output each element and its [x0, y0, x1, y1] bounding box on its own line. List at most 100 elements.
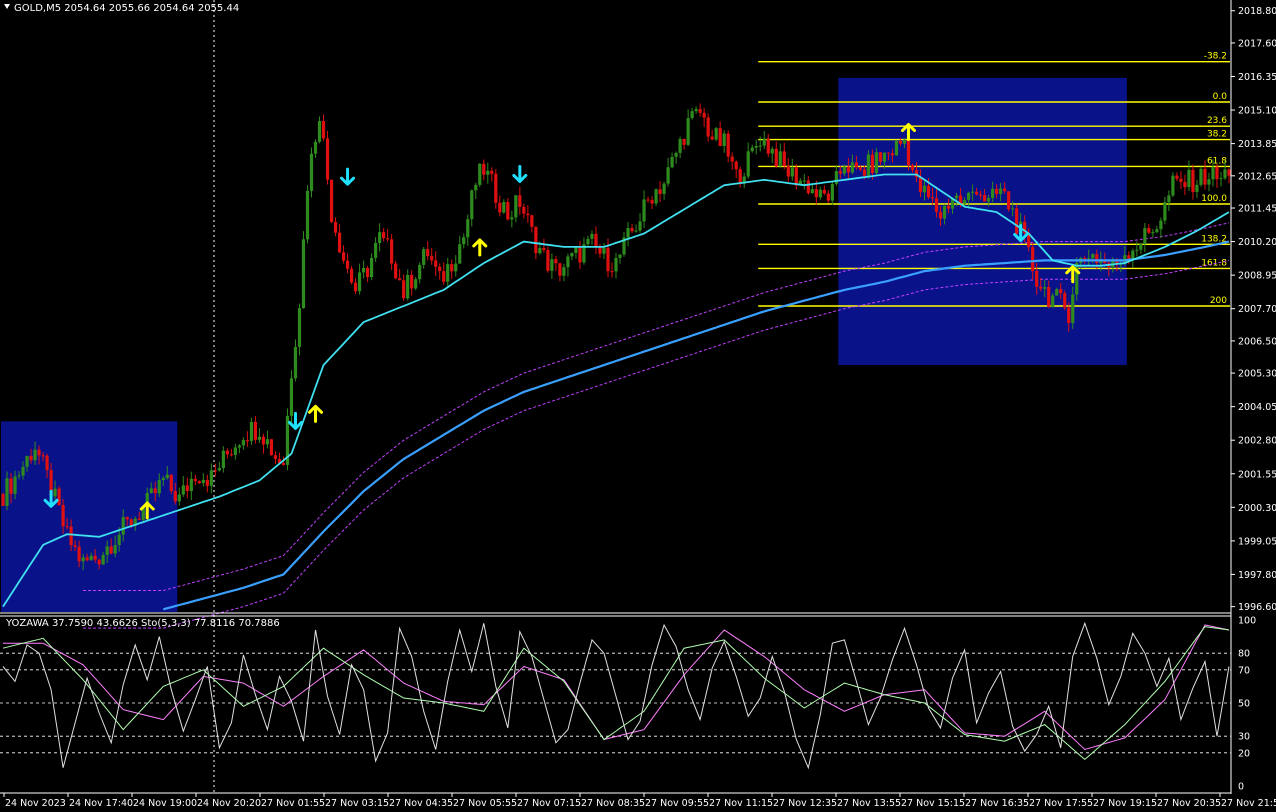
bull-candle	[406, 274, 410, 299]
bear-candle	[978, 194, 983, 196]
bull-candle	[1135, 249, 1139, 251]
bull-candle	[257, 436, 262, 440]
bull-candle	[177, 494, 181, 502]
bear-candle	[822, 189, 826, 194]
bear-candle	[734, 161, 738, 170]
bull-candle	[161, 478, 165, 481]
bear-candle	[109, 546, 113, 554]
bear-candle	[1175, 175, 1179, 179]
highlight-zone-2	[838, 77, 1127, 366]
time-tick-label: 27 Nov 07:15	[517, 798, 581, 809]
bull-candle	[670, 156, 674, 168]
bull-candle	[746, 151, 750, 177]
fib-level-label: 100.0	[1201, 194, 1227, 204]
bear-candle	[522, 206, 526, 214]
bull-candle	[614, 257, 618, 272]
bear-candle	[205, 479, 209, 486]
bull-candle	[1207, 179, 1211, 185]
bull-candle	[458, 244, 462, 264]
bear-candle	[1015, 208, 1019, 234]
bear-candle	[193, 478, 197, 482]
bear-candle	[153, 488, 157, 494]
trading-chart[interactable]: -38.20.023.638.261.8100.0138.2161.8200 2…	[0, 0, 1276, 812]
bear-candle	[534, 226, 538, 254]
time-tick-label: 27 Nov 20:35	[1157, 798, 1221, 809]
bear-candle	[1063, 293, 1067, 308]
bear-candle	[786, 166, 790, 177]
bear-candle	[430, 256, 434, 261]
bear-candle	[85, 557, 89, 561]
bull-candle	[694, 109, 698, 112]
time-tick-label: 27 Nov 03:15	[325, 798, 389, 809]
bull-candle	[502, 201, 506, 213]
bull-candle	[678, 138, 682, 153]
bear-candle	[97, 559, 101, 565]
bear-candle	[45, 455, 49, 471]
bull-candle	[962, 199, 967, 204]
bull-candle	[538, 247, 542, 254]
bear-candle	[782, 151, 786, 167]
bull-candle	[850, 162, 854, 173]
time-tick-label: 27 Nov 11:15	[709, 798, 773, 809]
bull-candle	[970, 191, 975, 193]
price-tick-label: 1996.60	[1238, 602, 1276, 613]
price-tick-label: 2006.50	[1238, 336, 1276, 347]
bear-candle	[530, 215, 534, 227]
bear-candle	[854, 162, 858, 168]
bull-candle	[165, 474, 169, 479]
bull-candle	[987, 198, 991, 202]
bull-candle	[586, 238, 590, 245]
bull-candle	[293, 346, 298, 379]
bear-candle	[137, 518, 141, 520]
bear-candle	[546, 250, 550, 271]
bull-candle	[33, 449, 37, 461]
price-tick-label: 2010.20	[1238, 237, 1276, 248]
bull-candle	[834, 171, 838, 184]
bear-candle	[434, 260, 438, 267]
bull-candle	[237, 445, 241, 448]
bear-candle	[862, 169, 867, 176]
bear-candle	[766, 138, 770, 154]
bear-candle	[185, 485, 189, 492]
bull-candle	[418, 264, 422, 280]
bull-candle	[902, 139, 907, 144]
bear-candle	[794, 167, 798, 186]
bear-candle	[253, 421, 258, 440]
bear-candle	[57, 488, 61, 506]
bull-candle	[722, 133, 726, 147]
bull-candle	[209, 470, 213, 486]
bear-candle	[333, 221, 338, 233]
bull-candle	[662, 183, 666, 194]
bear-candle	[890, 153, 895, 156]
bull-candle	[370, 257, 374, 278]
bear-candle	[329, 179, 334, 222]
bull-candle	[1167, 195, 1171, 203]
bull-candle	[894, 140, 899, 156]
bear-candle	[321, 121, 326, 139]
bull-candle	[754, 146, 758, 148]
price-tick-label: 2000.30	[1238, 503, 1276, 514]
bear-candle	[125, 517, 129, 520]
fib-level-label: 23.6	[1207, 116, 1227, 126]
price-tick-label: 1997.80	[1238, 570, 1276, 581]
bear-candle	[41, 455, 45, 457]
price-tick-label: 2002.80	[1238, 436, 1276, 447]
price-tick-label: 2011.45	[1238, 204, 1276, 215]
price-tick-label: 1999.05	[1238, 536, 1276, 547]
price-tick-label: 2007.70	[1238, 304, 1276, 315]
bull-candle	[1051, 295, 1055, 307]
time-tick-label: 27 Nov 12:35	[773, 798, 837, 809]
bull-candle	[113, 545, 117, 554]
bear-candle	[710, 136, 714, 140]
bull-candle	[590, 233, 594, 239]
bull-candle	[1091, 254, 1095, 259]
bear-candle	[1059, 289, 1063, 294]
bear-candle	[273, 455, 278, 460]
time-tick-label: 24 Nov 17:40	[69, 798, 133, 809]
bear-candle	[910, 165, 915, 171]
bear-candle	[730, 156, 734, 162]
bear-candle	[402, 280, 406, 299]
osc-tick-label: 50	[1238, 699, 1250, 710]
bull-candle	[105, 546, 109, 556]
bear-candle	[29, 455, 33, 461]
